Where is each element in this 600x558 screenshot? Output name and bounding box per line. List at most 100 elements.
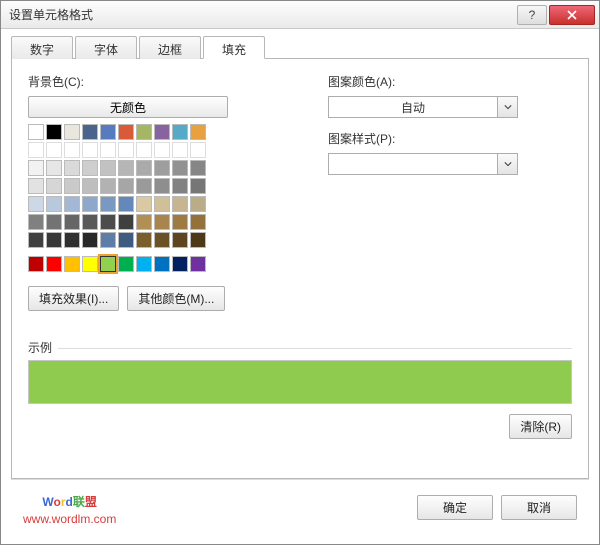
color-swatch[interactable] [100,124,116,140]
color-swatch[interactable] [46,232,62,248]
color-swatch[interactable] [28,124,44,140]
dialog-body: 数字 字体 边框 填充 背景色(C): 无颜色 填充效果(I)... 其他颜色(… [1,29,599,544]
standard-color-swatch[interactable] [100,256,116,272]
color-swatch[interactable] [100,232,116,248]
color-swatch[interactable] [100,214,116,230]
color-swatch[interactable] [118,124,134,140]
pattern-style-combo[interactable] [328,153,518,175]
color-swatch[interactable] [28,232,44,248]
more-colors-button[interactable]: 其他颜色(M)... [127,286,225,311]
tab-font[interactable]: 字体 [75,36,137,59]
color-swatch[interactable] [154,214,170,230]
color-swatch[interactable] [154,196,170,212]
color-swatch[interactable] [118,232,134,248]
color-swatch[interactable] [46,178,62,194]
tab-number[interactable]: 数字 [11,36,73,59]
color-swatch[interactable] [118,142,134,158]
color-swatch[interactable] [154,124,170,140]
color-swatch[interactable] [82,142,98,158]
standard-color-swatch[interactable] [118,256,134,272]
standard-color-swatch[interactable] [154,256,170,272]
dialog-footer: Word联盟 www.wordlm.com 确定 取消 [11,479,589,534]
color-swatch[interactable] [82,160,98,176]
color-swatch[interactable] [82,196,98,212]
color-swatch[interactable] [136,124,152,140]
color-swatch[interactable] [172,124,188,140]
tab-fill[interactable]: 填充 [203,36,265,59]
color-swatch[interactable] [28,142,44,158]
color-swatch[interactable] [172,214,188,230]
color-swatch[interactable] [82,232,98,248]
pattern-color-combo[interactable]: 自动 [328,96,518,118]
standard-color-swatch[interactable] [172,256,188,272]
color-swatch[interactable] [64,124,80,140]
color-swatch[interactable] [172,196,188,212]
color-swatch[interactable] [28,214,44,230]
color-swatch[interactable] [136,232,152,248]
color-swatch[interactable] [46,124,62,140]
color-swatch[interactable] [136,160,152,176]
color-swatch[interactable] [100,142,116,158]
color-swatch[interactable] [190,196,206,212]
color-swatch[interactable] [64,214,80,230]
watermark: Word联盟 www.wordlm.com [23,488,116,526]
close-button[interactable] [549,5,595,25]
color-swatch[interactable] [82,178,98,194]
color-swatch[interactable] [82,124,98,140]
color-swatch[interactable] [28,196,44,212]
color-swatch[interactable] [46,160,62,176]
color-swatch[interactable] [172,142,188,158]
color-swatch[interactable] [64,142,80,158]
color-swatch[interactable] [100,160,116,176]
color-swatch[interactable] [46,196,62,212]
color-swatch[interactable] [118,178,134,194]
standard-color-swatch[interactable] [64,256,80,272]
fill-effects-button[interactable]: 填充效果(I)... [28,286,119,311]
standard-color-swatch[interactable] [28,256,44,272]
color-swatch[interactable] [154,160,170,176]
tab-border[interactable]: 边框 [139,36,201,59]
color-swatch[interactable] [118,160,134,176]
color-swatch[interactable] [190,160,206,176]
color-swatch[interactable] [118,214,134,230]
color-swatch[interactable] [154,142,170,158]
help-button[interactable]: ? [517,5,547,25]
color-swatch[interactable] [46,142,62,158]
color-swatch[interactable] [190,124,206,140]
color-swatch[interactable] [64,196,80,212]
standard-color-swatch[interactable] [136,256,152,272]
color-swatch[interactable] [154,232,170,248]
color-swatch[interactable] [190,214,206,230]
color-swatch[interactable] [136,196,152,212]
color-swatch[interactable] [136,214,152,230]
standard-color-swatch[interactable] [82,256,98,272]
color-swatch[interactable] [136,142,152,158]
color-swatch[interactable] [118,196,134,212]
color-swatch[interactable] [46,214,62,230]
clear-button[interactable]: 清除(R) [509,414,572,439]
cancel-button[interactable]: 取消 [501,495,577,520]
color-swatch[interactable] [136,178,152,194]
color-swatch[interactable] [190,178,206,194]
sample-label: 示例 [28,339,572,356]
color-swatch[interactable] [28,160,44,176]
chevron-down-icon [497,97,517,117]
color-swatch[interactable] [172,178,188,194]
color-swatch[interactable] [64,160,80,176]
no-color-button[interactable]: 无颜色 [28,96,228,118]
color-swatch[interactable] [154,178,170,194]
color-swatch[interactable] [100,178,116,194]
standard-color-swatch[interactable] [190,256,206,272]
color-swatch[interactable] [190,142,206,158]
sample-section: 示例 [28,339,572,404]
color-swatch[interactable] [190,232,206,248]
ok-button[interactable]: 确定 [417,495,493,520]
standard-color-swatch[interactable] [46,256,62,272]
color-swatch[interactable] [82,214,98,230]
color-swatch[interactable] [172,160,188,176]
color-swatch[interactable] [172,232,188,248]
color-swatch[interactable] [100,196,116,212]
color-swatch[interactable] [64,178,80,194]
color-swatch[interactable] [28,178,44,194]
color-swatch[interactable] [64,232,80,248]
